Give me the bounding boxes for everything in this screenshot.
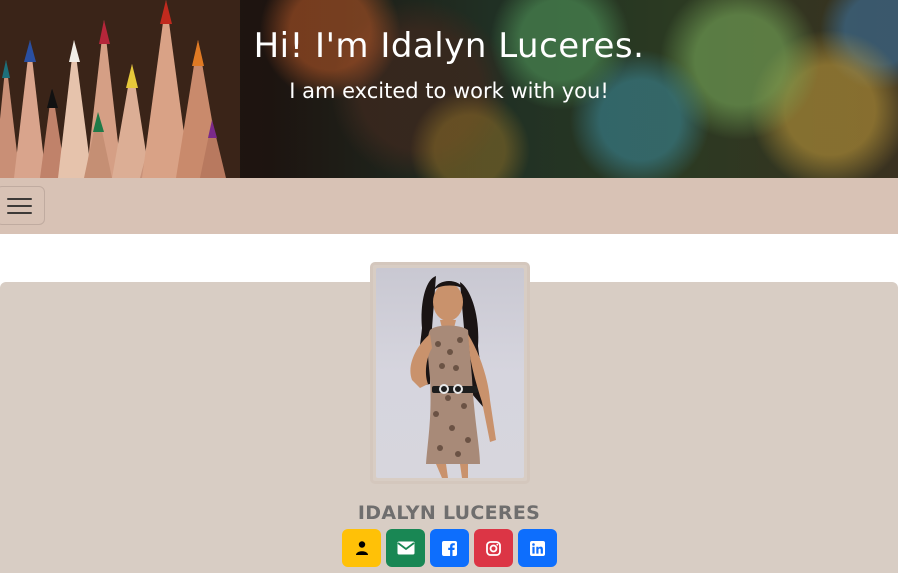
about-me-button[interactable] (342, 529, 381, 567)
instagram-icon (486, 540, 501, 556)
profile-photo-frame (370, 262, 530, 484)
facebook-button[interactable] (430, 529, 469, 567)
hero-subtitle: I am excited to work with you! (289, 79, 609, 103)
email-button[interactable] (386, 529, 425, 567)
linkedin-icon (530, 540, 545, 556)
navbar-toggle-button[interactable] (0, 186, 45, 225)
envelope-icon (396, 541, 415, 555)
profile-photo (376, 268, 524, 478)
facebook-icon (442, 540, 457, 556)
hero-banner: Hi! I'm Idalyn Luceres. I am excited to … (0, 0, 898, 178)
person-icon (355, 541, 368, 555)
hero-title: Hi! I'm Idalyn Luceres. (253, 26, 645, 66)
navbar (0, 178, 898, 234)
profile-name: IDALYN LUCERES (357, 502, 541, 524)
linkedin-button[interactable] (518, 529, 557, 567)
social-links (342, 529, 557, 567)
instagram-button[interactable] (474, 529, 513, 567)
